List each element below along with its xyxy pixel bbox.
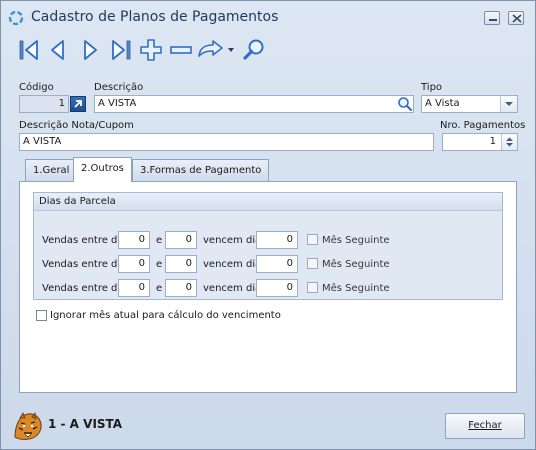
vendas-from-input[interactable]: 0 — [118, 279, 150, 297]
previous-record-button[interactable] — [45, 37, 71, 63]
next-record-button[interactable] — [77, 37, 103, 63]
search-button[interactable] — [241, 37, 267, 63]
mes-seguinte-label: Mês Seguinte — [322, 259, 390, 270]
conj-label: e — [156, 259, 163, 270]
descricao-field[interactable]: A VISTA — [94, 95, 414, 113]
descricao-search-button[interactable] — [396, 95, 414, 113]
window-title: Cadastro de Planos de Pagamentos — [31, 9, 279, 25]
vencem-dia-label: vencem dia — [203, 235, 262, 246]
vendas-to-input[interactable]: 0 — [165, 279, 197, 297]
add-icon — [140, 39, 162, 61]
footer-record-label: 1 - A VISTA — [48, 417, 123, 431]
tab-geral[interactable]: 1.Geral — [25, 159, 78, 181]
minimize-button[interactable] — [484, 11, 500, 25]
nro-pagamentos-stepper[interactable]: 1 — [442, 133, 518, 151]
mes-seguinte-label: Mês Seguinte — [322, 283, 390, 294]
dias-parcela-group: Dias da Parcela Vendas entre dia 0 e 0 v… — [33, 192, 503, 300]
minimize-icon — [489, 19, 497, 21]
vendas-to-input[interactable]: 0 — [165, 255, 197, 273]
arrow-up-right-icon — [74, 100, 82, 108]
nro-pagamentos-label: Nro. Pagamentos — [440, 120, 526, 131]
descricao-label: Descrição — [94, 82, 144, 93]
vencem-dia-input[interactable]: 0 — [256, 255, 298, 273]
tab-formas-pagamento[interactable]: 3.Formas de Pagamento — [132, 159, 270, 181]
tiger-logo-icon — [12, 409, 44, 441]
remove-button[interactable] — [168, 37, 194, 63]
first-record-button[interactable] — [17, 37, 43, 63]
vendas-entre-label: Vendas entre dia — [42, 283, 127, 294]
vencem-dia-input[interactable]: 0 — [256, 231, 298, 249]
fechar-label: Fechar — [468, 420, 502, 431]
refresh-icon — [198, 40, 234, 57]
descricao-nota-field[interactable]: A VISTA — [19, 133, 434, 151]
add-button[interactable] — [138, 37, 164, 63]
previous-record-icon — [51, 40, 64, 60]
tab-outros[interactable]: 2.Outros — [73, 157, 132, 182]
conj-label: e — [156, 283, 163, 294]
next-record-icon — [84, 40, 97, 60]
mes-seguinte-label: Mês Seguinte — [322, 235, 390, 246]
descricao-nota-label: Descrição Nota/Cupom — [19, 120, 134, 131]
codigo-label: Código — [19, 82, 54, 93]
close-icon — [512, 14, 522, 23]
app-logo-icon — [8, 10, 24, 26]
title-bar[interactable]: Cadastro de Planos de Pagamentos — [1, 1, 535, 35]
dias-parcela-header: Dias da Parcela — [34, 193, 502, 211]
tipo-dropdown-button[interactable] — [500, 96, 517, 112]
dias-parcela-title: Dias da Parcela — [39, 196, 116, 207]
mes-seguinte-checkbox[interactable] — [307, 282, 318, 293]
last-record-button[interactable] — [107, 37, 133, 63]
tipo-select-value: A Vista — [425, 98, 460, 109]
tab-panel-outros: Dias da Parcela Vendas entre dia 0 e 0 v… — [19, 181, 517, 393]
vencem-dia-label: vencem dia — [203, 283, 262, 294]
mes-seguinte-checkbox[interactable] — [307, 258, 318, 269]
tab-outros-label: 2.Outros — [81, 163, 124, 174]
mes-seguinte-checkbox[interactable] — [307, 234, 318, 245]
tab-formas-pagamento-label: 3.Formas de Pagamento — [140, 165, 262, 176]
nro-pagamentos-spin-button[interactable] — [501, 134, 517, 150]
remove-icon — [170, 46, 192, 54]
ignorar-mes-checkbox[interactable] — [36, 310, 47, 321]
search-icon — [243, 39, 264, 60]
conj-label: e — [156, 235, 163, 246]
vendas-from-input[interactable]: 0 — [118, 255, 150, 273]
vendas-entre-label: Vendas entre dia — [42, 259, 127, 270]
ignorar-mes-label: Ignorar mês atual para cálculo do vencim… — [50, 310, 281, 321]
spin-arrows-icon — [506, 137, 513, 147]
first-record-icon — [19, 40, 38, 60]
tipo-label: Tipo — [421, 82, 443, 93]
nro-pagamentos-value: 1 — [489, 136, 496, 147]
fechar-button[interactable]: Fechar — [445, 413, 525, 439]
vendas-from-input[interactable]: 0 — [118, 231, 150, 249]
vendas-entre-label: Vendas entre dia — [42, 235, 127, 246]
window: Cadastro de Planos de Pagamentos Código … — [0, 0, 536, 450]
last-record-icon — [112, 40, 131, 60]
open-codigo-button[interactable] — [70, 96, 86, 112]
vendas-to-input[interactable]: 0 — [165, 231, 197, 249]
vencem-dia-label: vencem dia — [203, 259, 262, 270]
search-icon — [398, 97, 413, 112]
tab-geral-label: 1.Geral — [33, 165, 70, 176]
tipo-select[interactable]: A Vista — [421, 95, 518, 113]
codigo-field: 1 — [19, 95, 69, 113]
refresh-button[interactable] — [196, 37, 236, 63]
vencem-dia-input[interactable]: 0 — [256, 279, 298, 297]
close-button[interactable] — [508, 11, 524, 25]
chevron-down-icon — [505, 102, 513, 106]
